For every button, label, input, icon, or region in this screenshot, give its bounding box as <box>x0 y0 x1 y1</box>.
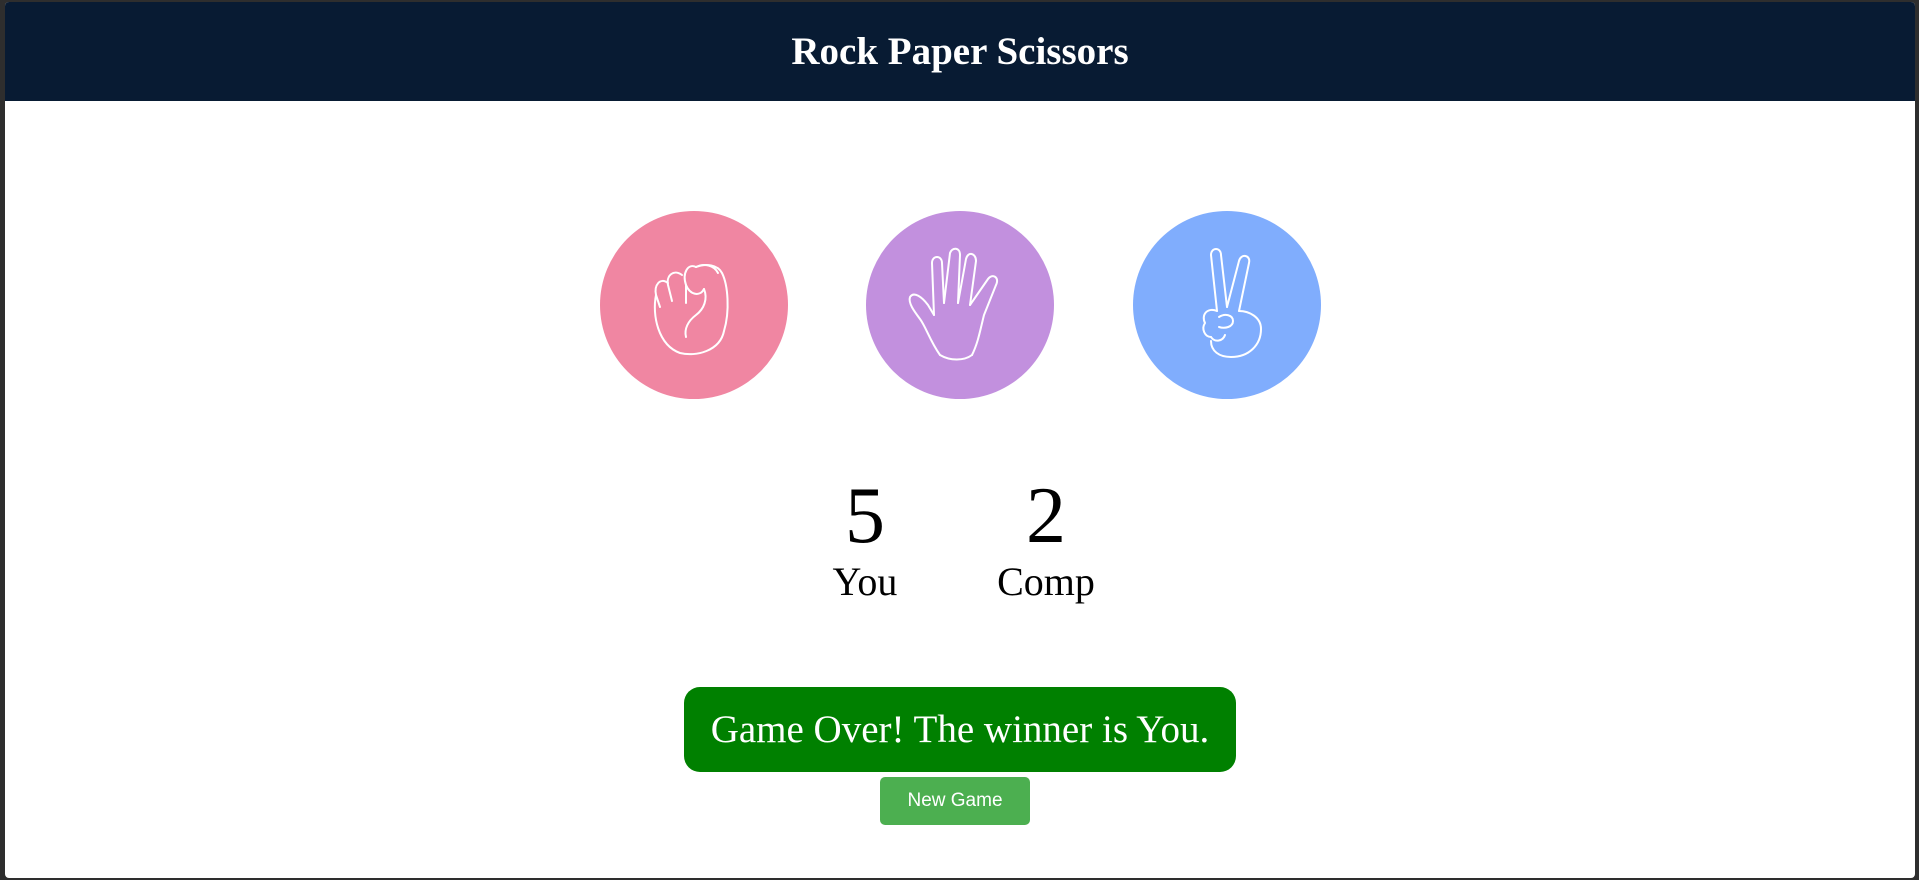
paper-choice-button[interactable] <box>866 211 1054 399</box>
paper-hand-icon <box>908 247 998 361</box>
user-score-value: 5 <box>845 472 885 560</box>
app-header: Rock Paper Scissors <box>5 2 1915 101</box>
scissors-choice-button[interactable] <box>1133 211 1321 399</box>
game-window: Rock Paper Scissors 5 You 2 Comp Game Ov… <box>5 2 1915 878</box>
new-game-button[interactable]: New Game <box>880 777 1030 825</box>
computer-score-label: Comp <box>997 559 1095 604</box>
computer-score: 2 Comp <box>976 472 1116 604</box>
page-title: Rock Paper Scissors <box>791 30 1129 73</box>
rock-fist-icon <box>653 264 729 356</box>
user-score: 5 You <box>795 472 935 604</box>
scissors-peace-icon <box>1202 248 1262 358</box>
user-score-label: You <box>832 559 898 604</box>
computer-score-value: 2 <box>1026 472 1066 560</box>
rock-choice-button[interactable] <box>600 211 788 399</box>
result-message: Game Over! The winner is You. <box>684 687 1236 772</box>
